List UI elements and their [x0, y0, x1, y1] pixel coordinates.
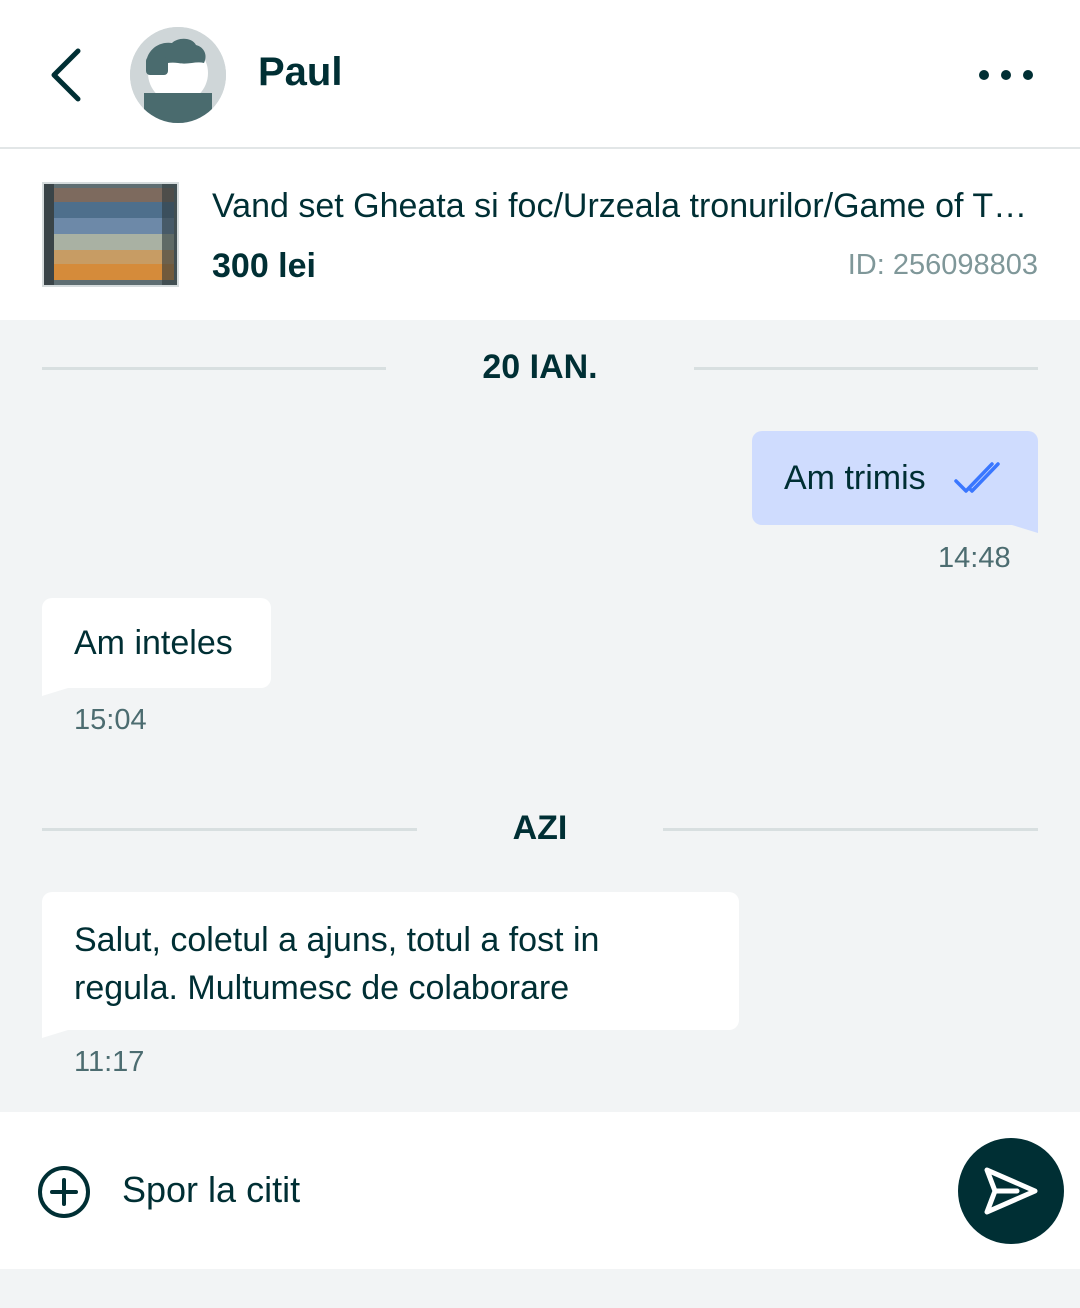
message-input[interactable] [122, 1160, 942, 1220]
separator-line [663, 828, 1038, 831]
listing-thumbnail[interactable] [42, 182, 179, 287]
user-avatar-icon [130, 27, 226, 123]
message-time: 11:17 [74, 1046, 145, 1078]
listing-card[interactable]: Vand set Gheata si foc/Urzeala tronurilo… [0, 149, 1080, 320]
message-time: 15:04 [74, 704, 147, 736]
message-text: Salut, coletul a ajuns, totul a fost in … [74, 921, 600, 1007]
listing-title[interactable]: Vand set Gheata si foc/Urzeala tronurilo… [212, 187, 1042, 226]
bottom-bar [0, 1269, 1080, 1308]
more-options-button[interactable] [970, 52, 1042, 98]
attach-button[interactable] [36, 1164, 92, 1220]
date-separator: 20 IAN. [42, 334, 1038, 386]
date-separator: AZI [42, 795, 1038, 847]
message-bubble-incoming[interactable]: Am inteles [42, 598, 271, 696]
send-button[interactable] [958, 1138, 1064, 1244]
listing-price: 300 lei [212, 247, 316, 285]
message-bubble-incoming[interactable]: Salut, coletul a ajuns, totul a fost in … [42, 892, 739, 1038]
message-text: Am inteles [74, 624, 233, 662]
message-bubble-outgoing[interactable]: Am trimis [752, 431, 1038, 533]
send-icon [984, 1167, 1038, 1215]
double-check-icon [954, 462, 1000, 493]
chat-header: Paul [0, 0, 1080, 149]
message-list[interactable]: 20 IAN. Am trimis 14:48 Am inteles 15:04… [0, 320, 1080, 1112]
avatar[interactable] [130, 27, 226, 123]
plus-circle-icon [38, 1166, 90, 1218]
message-text: Am trimis [784, 459, 926, 497]
message-time: 14:48 [938, 542, 1011, 574]
separator-line [694, 367, 1038, 370]
more-dot [1001, 70, 1011, 80]
more-dot [1023, 70, 1033, 80]
book-stack-image [44, 184, 177, 285]
contact-name: Paul [258, 50, 343, 94]
back-button[interactable] [36, 40, 96, 110]
listing-id: ID: 256098803 [847, 249, 1038, 281]
chevron-left-icon [51, 48, 81, 102]
more-horizontal-icon [979, 70, 989, 80]
